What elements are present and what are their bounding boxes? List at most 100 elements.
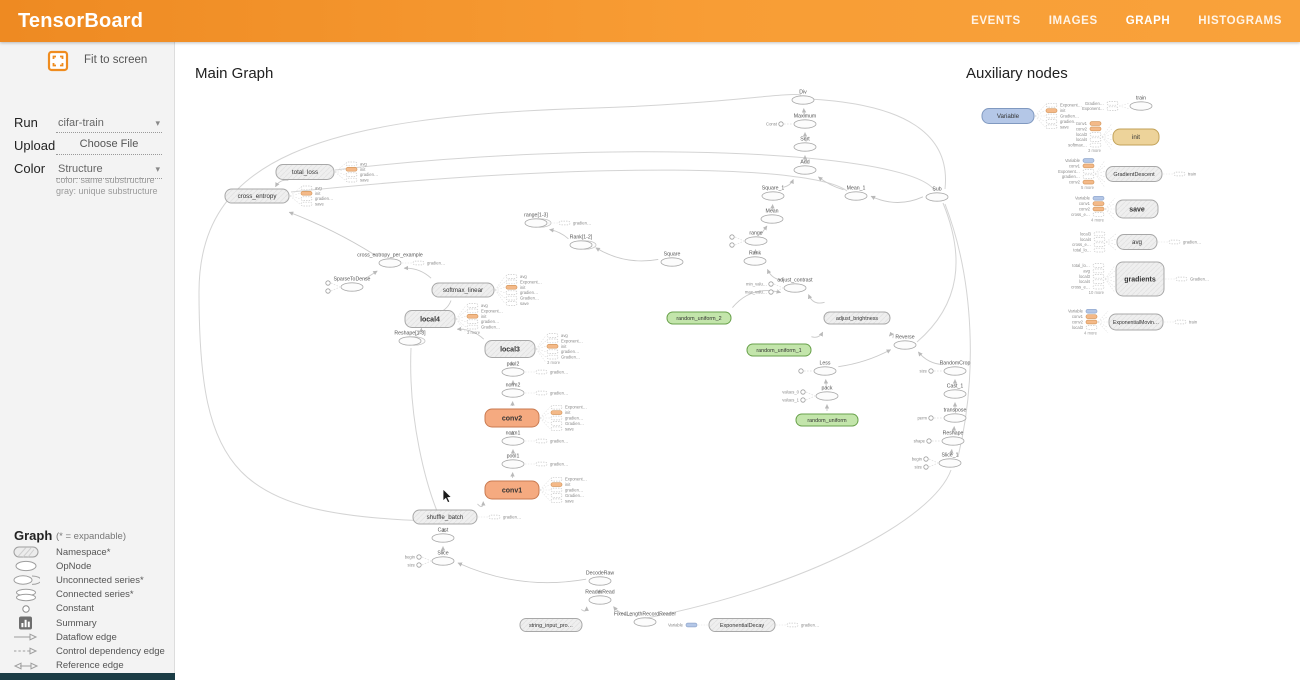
graph-node-random_uniform_2[interactable]: random_uniform_2	[667, 312, 731, 324]
graph-node-pool1[interactable]: pool1gradien…	[502, 454, 568, 469]
svg-text:gradien…: gradien…	[503, 515, 521, 520]
graph-node-reshape_op[interactable]: Reshapeshape	[914, 431, 964, 446]
tab-events[interactable]: EVENTS	[971, 15, 1021, 27]
graph-node-decoderaw[interactable]: DecodeRaw	[586, 571, 615, 586]
graph-node-range13[interactable]: range[1-3]gradien…	[524, 213, 591, 228]
color-legend-note: color: same substructure gray: unique su…	[56, 175, 158, 197]
tab-images[interactable]: IMAGES	[1049, 15, 1098, 27]
graph-node-string_input[interactable]: string_input_pro…	[520, 619, 582, 632]
graph-node-slice[interactable]: Slicebeginsize	[405, 551, 454, 568]
upload-label: Upload	[14, 138, 55, 153]
graph-node-rank_op[interactable]: Rank	[744, 251, 766, 266]
graph-node-gd[interactable]: GradientDescenttrainVariableconv1Exponen…	[1058, 158, 1197, 190]
graph-node-cast[interactable]: Cast	[432, 528, 454, 543]
svg-text:ReaderRead: ReaderRead	[585, 590, 615, 596]
svg-text:total_lo…: total_lo…	[1073, 248, 1091, 253]
svg-text:shuffle_batch: shuffle_batch	[427, 514, 464, 521]
svg-text:4 more: 4 more	[1084, 330, 1098, 335]
svg-text:avg: avg	[561, 333, 568, 338]
graph-node-init[interactable]: initconv1conv2local3local4softmax…3 more	[1068, 121, 1159, 153]
fit-to-screen-button[interactable]	[47, 50, 69, 72]
graph-node-readerread[interactable]: ReaderRead	[585, 590, 615, 605]
graph-node-range_op[interactable]: range	[730, 231, 767, 248]
graph-node-cast_1[interactable]: Cast_1	[944, 384, 966, 399]
graph-node-transpose[interactable]: transposeperm	[917, 408, 966, 423]
app-header: TensorBoard EVENTSIMAGESGRAPHHISTOGRAMS	[0, 0, 1300, 42]
svg-text:gradien…: gradien…	[801, 623, 819, 628]
graph-node-pack[interactable]: packvalues_0values_1	[782, 386, 838, 403]
graph-node-random_uniform[interactable]: random_uniform	[796, 414, 858, 426]
svg-text:3 more: 3 more	[1088, 148, 1102, 153]
graph-node-random_uniform_1[interactable]: random_uniform_1	[747, 344, 811, 356]
graph-node-norm2[interactable]: norm2gradien…	[502, 383, 568, 398]
svg-text:Slice_1: Slice_1	[941, 453, 958, 459]
graph-node-shuffle_batch[interactable]: shuffle_batch gradien…	[413, 510, 521, 524]
svg-text:Reverse: Reverse	[895, 335, 914, 341]
svg-text:random_uniform_1: random_uniform_1	[756, 348, 801, 354]
svg-text:Sub: Sub	[932, 187, 941, 193]
svg-text:conv1: conv1	[502, 488, 522, 495]
graph-node-maximum[interactable]: MaximumConst	[766, 114, 816, 129]
graph-node-mean[interactable]: Mean	[761, 209, 783, 224]
legend-item-unconnected: Unconnected series*	[0, 573, 175, 587]
fit-to-screen-label: Fit to screen	[84, 54, 147, 66]
svg-text:local4: local4	[420, 317, 440, 324]
svg-text:Mean_1: Mean_1	[847, 186, 866, 192]
graph-node-cepe[interactable]: cross_entropy_per_examplegradien…	[357, 253, 445, 268]
tab-histograms[interactable]: HISTOGRAMS	[1198, 15, 1282, 27]
dataflow-legend-icon	[12, 630, 40, 644]
run-select[interactable]: cifar-train ▾	[56, 115, 162, 133]
svg-text:conv2: conv2	[1076, 126, 1088, 131]
svg-text:Variable: Variable	[997, 113, 1020, 120]
svg-text:Variable: Variable	[1075, 196, 1091, 201]
svg-text:conv2: conv2	[1069, 180, 1081, 185]
svg-text:init: init	[520, 285, 526, 290]
graph-node-cross_entropy[interactable]: cross_entropyavginitgradien…save	[225, 185, 333, 206]
graph-node-randomcrop[interactable]: RandomCropsize	[920, 361, 971, 376]
svg-text:random_uniform_2: random_uniform_2	[676, 316, 721, 322]
graph-node-exp_decay[interactable]: ExponentialDecaygradien…Variable	[668, 619, 819, 632]
tab-graph[interactable]: GRAPH	[1126, 15, 1171, 27]
graph-node-reverse[interactable]: Reverse	[894, 335, 916, 350]
graph-node-rank12[interactable]: Rank[1-2]	[570, 235, 596, 250]
choose-file-button[interactable]: Choose File	[56, 136, 162, 155]
svg-text:Exponent…: Exponent…	[481, 308, 503, 313]
svg-text:cross_e…: cross_e…	[1071, 285, 1090, 290]
graph-node-slice_1[interactable]: Slice_1beginsize	[912, 453, 961, 470]
graph-node-save_aux[interactable]: saveVariableconv1conv2cross_e…4 more	[1071, 196, 1158, 223]
graph-node-mean_1[interactable]: Mean_1	[845, 186, 867, 201]
graph-node-expmov[interactable]: ExponentialMovin…trainVariableconv1conv2…	[1068, 309, 1198, 336]
graph-node-sparsetodense[interactable]: SparseToDense	[326, 277, 371, 294]
graph-node-gradients_aux[interactable]: gradientsGradien…total_lo…avglocal3local…	[1071, 262, 1209, 296]
graph-node-square_1[interactable]: Square_1	[762, 186, 785, 201]
graph-node-avg_aux[interactable]: avggradien…local3local4cross_e…total_lo…	[1072, 231, 1201, 252]
graph-node-div[interactable]: Div	[792, 90, 814, 105]
graph-node-adjust_brightness[interactable]: adjust_brightness	[824, 312, 890, 324]
svg-text:Exponent…: Exponent…	[1058, 169, 1080, 174]
run-select-value: cifar-train	[58, 117, 104, 129]
graph-node-less[interactable]: Less	[799, 361, 836, 376]
svg-text:Square_1: Square_1	[762, 186, 785, 192]
legend-item-label: Dataflow edge	[56, 632, 117, 643]
svg-text:SparseToDense: SparseToDense	[334, 277, 371, 283]
legend-item-summary: Summary	[0, 616, 175, 630]
graph-canvas[interactable]: total_lossavginitgradien…save cross_entro…	[175, 42, 1300, 680]
graph-node-variable[interactable]: VariableExponent…initGradien…gradien…sav…	[982, 103, 1082, 130]
graph-node-total_loss[interactable]: total_lossavginitgradien…save	[276, 161, 378, 182]
graph-node-conv2[interactable]: conv2Exponent…initgradien…Gradien…save	[485, 405, 587, 432]
reference-legend-icon	[12, 659, 40, 673]
graph-node-train[interactable]: trainGradien…Exponent…	[1082, 96, 1152, 112]
svg-text:values_1: values_1	[782, 398, 799, 403]
svg-text:10 more: 10 more	[1089, 290, 1105, 295]
svg-text:pack: pack	[822, 386, 833, 392]
opnode-legend-icon	[12, 559, 40, 573]
graph-node-add[interactable]: Add	[794, 160, 816, 175]
svg-text:Gradien…: Gradien…	[1060, 114, 1079, 119]
graph-node-sqrt[interactable]: Sqrt	[794, 137, 816, 152]
graph-node-softmax_linear[interactable]: softmax_linearavgExponent…initgradien…Gr…	[432, 274, 542, 306]
graph-node-reshape13[interactable]: Reshape[1-3]	[394, 331, 426, 346]
graph-node-square[interactable]: Square	[661, 252, 683, 267]
graph-node-norm1[interactable]: norm1gradien…	[502, 431, 568, 446]
graph-node-local3[interactable]: local3avgExponent…initgradien…Gradien…3 …	[485, 333, 583, 365]
graph-node-conv1[interactable]: conv1Exponent…initgradien…Gradien…save	[485, 477, 587, 504]
